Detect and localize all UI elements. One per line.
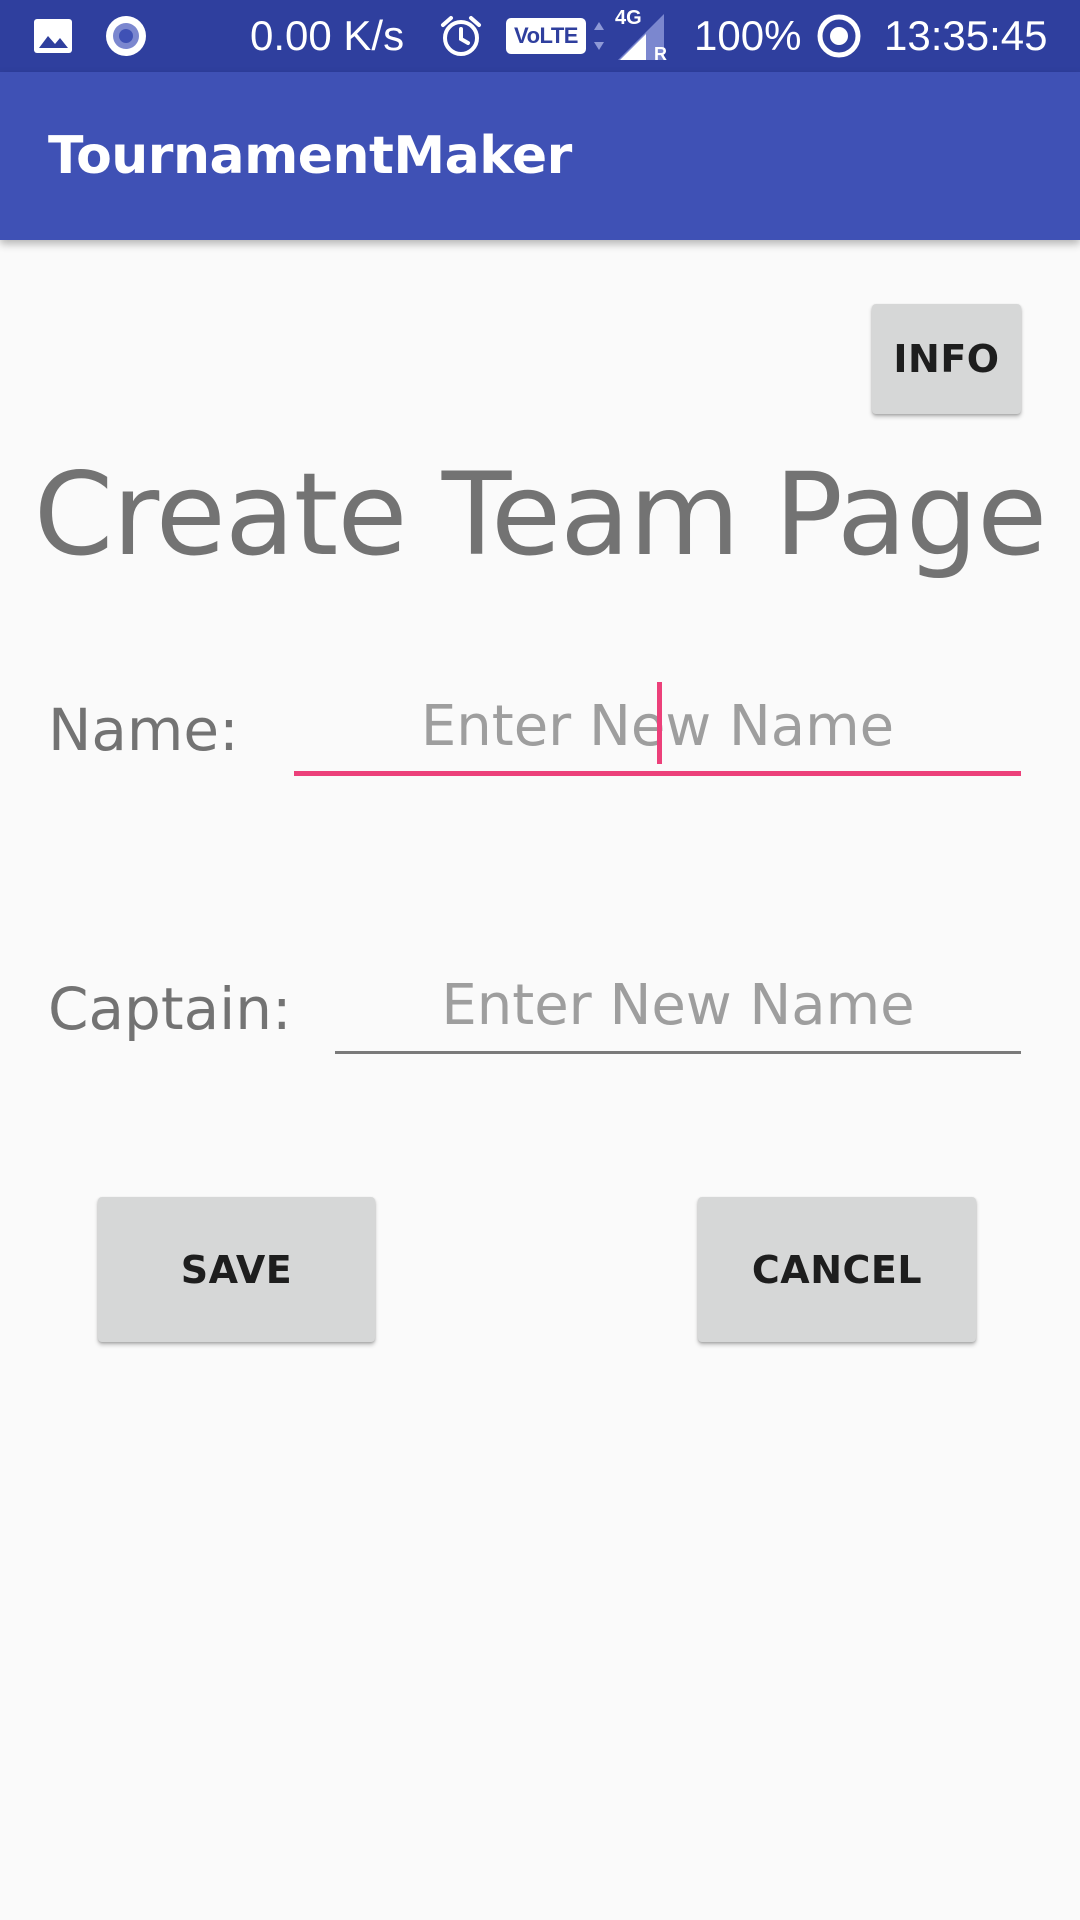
net-speed: 0.00 K/s	[250, 12, 405, 59]
captain-field-container	[335, 965, 1021, 1054]
app-bar: TournamentMaker	[0, 72, 1080, 240]
name-label: Name:	[48, 696, 239, 764]
captain-input-underline	[335, 1051, 1021, 1054]
captain-label: Captain:	[48, 975, 292, 1043]
sync-icon	[592, 0, 606, 72]
volte-icon: VoLTE	[506, 0, 586, 72]
app-title: TournamentMaker	[48, 126, 572, 186]
page-title: Create Team Page	[33, 448, 1048, 581]
cancel-button[interactable]: CANCEL	[698, 1197, 976, 1342]
record-icon	[104, 0, 148, 72]
battery-icon	[816, 0, 862, 72]
status-bar: 0.00 K/s VoLTE 4G R 100% 13:35:45	[0, 0, 1080, 72]
name-input-underline	[294, 771, 1021, 776]
battery-level: 100%	[694, 12, 802, 59]
text-cursor	[657, 682, 662, 764]
name-field-container	[294, 682, 1021, 776]
image-icon	[32, 0, 74, 72]
network-type: 4G	[615, 6, 642, 29]
clock: 13:35:45	[884, 12, 1048, 59]
volte-badge: VoLTE	[506, 18, 586, 54]
alarm-icon	[438, 0, 484, 72]
info-button[interactable]: INFO	[872, 304, 1021, 414]
save-button[interactable]: SAVE	[98, 1197, 375, 1342]
captain-input[interactable]	[335, 965, 1021, 1045]
